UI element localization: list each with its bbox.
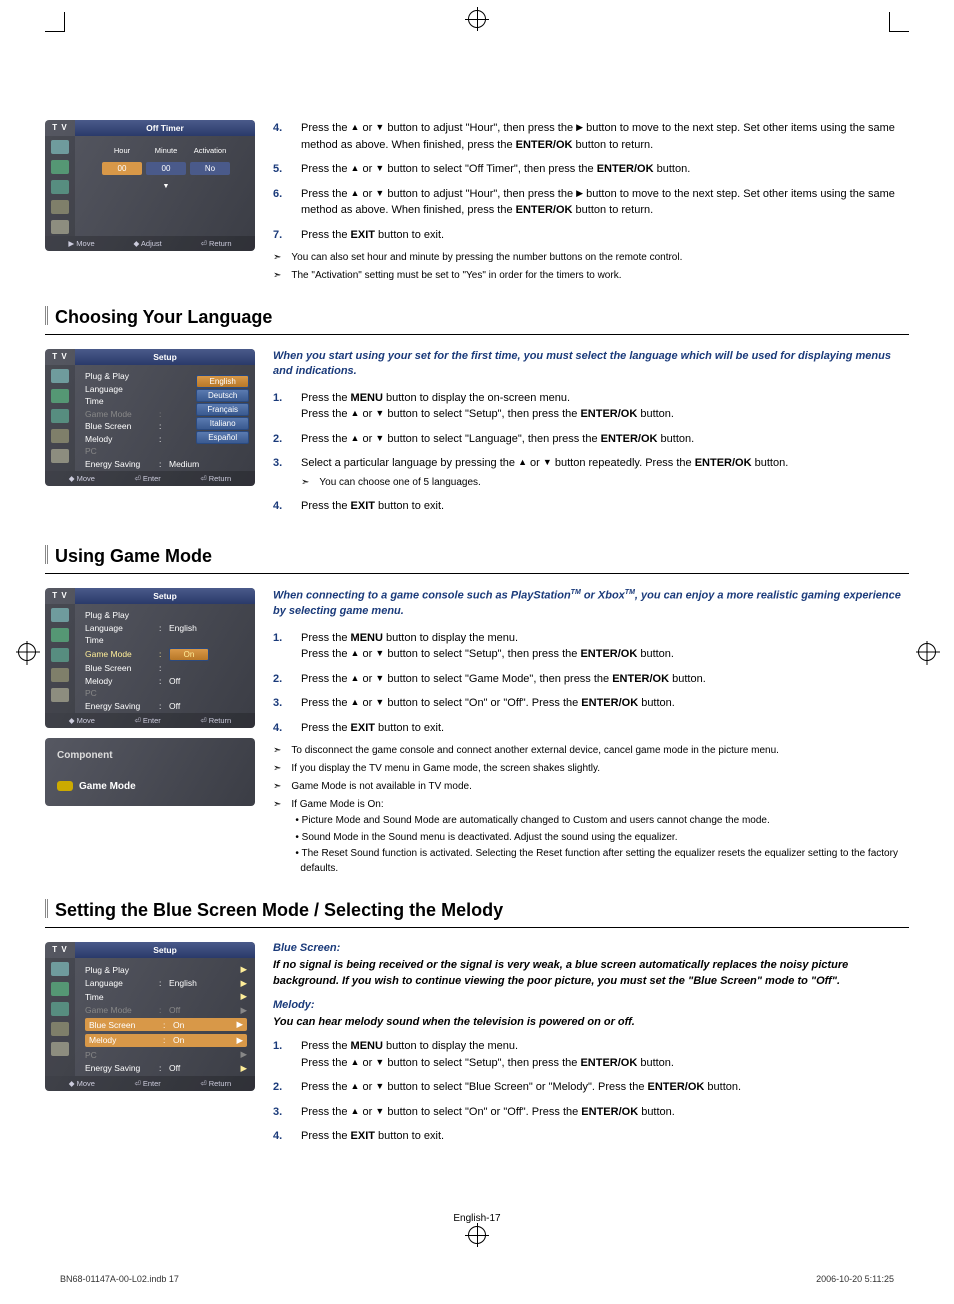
- note-text: If you display the TV menu in Game mode,…: [291, 762, 600, 776]
- timer-val: 00: [102, 162, 142, 175]
- step-number: 2.: [273, 431, 287, 448]
- registration-mark-icon: [18, 643, 36, 661]
- section-intro: If no signal is being received or the si…: [273, 958, 909, 989]
- lang-pill: English: [196, 375, 249, 388]
- step-text: Press the ▲ or ▼ button to select "On" o…: [301, 1104, 675, 1121]
- osd-foot-item: ⏎ Return: [201, 239, 232, 248]
- step-text: Press the ▲ or ▼ button to adjust "Hour"…: [301, 186, 909, 219]
- step-text: Press the MENU button to display the on-…: [301, 390, 674, 423]
- crop-mark-icon: [45, 12, 65, 32]
- step-number: 7.: [273, 227, 287, 244]
- step-text: Press the EXIT button to exit.: [301, 498, 444, 515]
- component-label: Component: [57, 750, 243, 761]
- osd-menu-icon: [51, 140, 69, 154]
- step-number: 2.: [273, 671, 287, 688]
- registration-mark-icon: [468, 1226, 486, 1244]
- step-number: 6.: [273, 186, 287, 219]
- section-intro: You can hear melody sound when the telev…: [273, 1015, 909, 1030]
- step-text: Press the EXIT button to exit.: [301, 1128, 444, 1145]
- timer-col: Activation: [190, 146, 230, 155]
- note-text: Game Mode is not available in TV mode.: [291, 780, 471, 794]
- section-heading: Setting the Blue Screen Mode / Selecting…: [45, 896, 909, 928]
- osd-menu-icon: [51, 180, 69, 194]
- osd-foot-item: ◆ Adjust: [133, 239, 161, 248]
- game-mode-panel: Component Game Mode: [45, 738, 255, 806]
- note-arrow-icon: ➣: [273, 251, 281, 265]
- step-number: 4.: [273, 498, 287, 515]
- registration-mark-icon: [918, 643, 936, 661]
- step-text: Press the ▲ or ▼ button to select "Langu…: [301, 431, 694, 448]
- timer-col: Minute: [146, 146, 186, 155]
- timer-val: 00: [146, 162, 186, 175]
- step-number: 1.: [273, 390, 287, 423]
- osd-menu-icon: [51, 220, 69, 234]
- step-number: 4.: [273, 1128, 287, 1145]
- game-mode-label: Game Mode: [79, 781, 136, 792]
- osd-off-timer: T VOff Timer Hour Minute Activation 00 00 No…: [45, 120, 255, 251]
- step-text: Press the ▲ or ▼ button to select "Game …: [301, 671, 706, 688]
- step-text: Press the ▲ or ▼ button to select "On" o…: [301, 695, 675, 712]
- osd-tv-label: T V: [45, 120, 75, 136]
- lang-pill: Italiano: [196, 417, 249, 430]
- step-number: 2.: [273, 1079, 287, 1096]
- step-number: 3.: [273, 1104, 287, 1121]
- note-text: If Game Mode is On: • Picture Mode and S…: [291, 798, 909, 876]
- step-number: 5.: [273, 161, 287, 178]
- step-number: 3.: [273, 455, 287, 490]
- timer-val: No: [190, 162, 230, 175]
- section-heading: Using Game Mode: [45, 542, 909, 574]
- step-text: Press the MENU button to display the men…: [301, 1038, 674, 1071]
- osd-menu-icon: [51, 200, 69, 214]
- step-text: Select a particular language by pressing…: [301, 455, 788, 490]
- note-text: You can also set hour and minute by pres…: [291, 251, 682, 265]
- step-number: 1.: [273, 630, 287, 663]
- section-intro: When connecting to a game console such a…: [273, 588, 909, 619]
- osd-setup-language: T VSetup Plug & Play Language Time Game …: [45, 349, 255, 486]
- step-number: 3.: [273, 695, 287, 712]
- sub-heading: Blue Screen:: [273, 942, 909, 954]
- note-text: The "Activation" setting must be set to …: [291, 269, 621, 283]
- note-arrow-icon: ➣: [273, 269, 281, 283]
- osd-foot-item: ▶ Move: [68, 239, 94, 248]
- step-text: Press the EXIT button to exit.: [301, 227, 444, 244]
- section-intro: When you start using your set for the fi…: [273, 349, 909, 380]
- timer-col: Hour: [102, 146, 142, 155]
- lang-pill: Español: [196, 431, 249, 444]
- lang-pill: Français: [196, 403, 249, 416]
- doc-footer: BN68-01147A-00-L02.indb 172006-10-20 5:1…: [60, 1274, 894, 1284]
- step-text: Press the MENU button to display the men…: [301, 630, 674, 663]
- step-text: Press the ▲ or ▼ button to adjust "Hour"…: [301, 120, 909, 153]
- osd-setup-blue: T VSetup Plug & Play▶ Language:English▶ …: [45, 942, 255, 1091]
- section-heading: Choosing Your Language: [45, 303, 909, 335]
- osd-title: Off Timer: [75, 120, 255, 136]
- crop-mark-icon: [889, 12, 909, 32]
- sub-heading: Melody:: [273, 999, 909, 1011]
- lang-pill: Deutsch: [196, 389, 249, 402]
- step-text: Press the ▲ or ▼ button to select "Off T…: [301, 161, 690, 178]
- step-number: 4.: [273, 720, 287, 737]
- step-number: 4.: [273, 120, 287, 153]
- osd-setup-game: T VSetup Plug & Play Language:English Ti…: [45, 588, 255, 728]
- step-text: Press the EXIT button to exit.: [301, 720, 444, 737]
- note-text: To disconnect the game console and conne…: [291, 744, 779, 758]
- step-text: Press the ▲ or ▼ button to select "Blue …: [301, 1079, 741, 1096]
- note-text: You can choose one of 5 languages.: [319, 476, 480, 490]
- osd-menu-icon: [51, 160, 69, 174]
- step-number: 1.: [273, 1038, 287, 1071]
- down-icon: ▼: [375, 121, 384, 135]
- gamepad-icon: [57, 781, 73, 791]
